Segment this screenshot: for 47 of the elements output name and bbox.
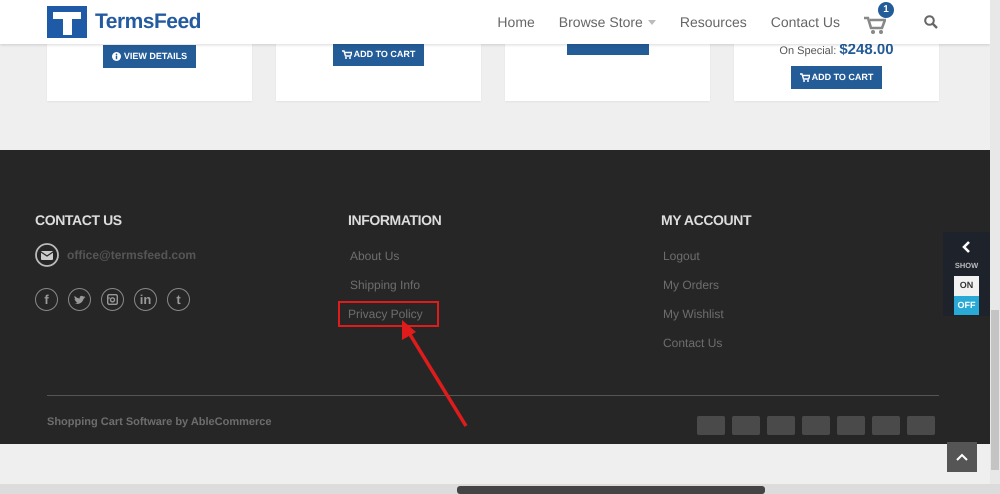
nav-link[interactable]: Browse Store <box>558 12 656 32</box>
cart-icon[interactable] <box>864 16 886 34</box>
footer-link[interactable]: My Orders <box>661 272 722 298</box>
facebook-icon[interactable]: f <box>35 288 58 311</box>
footer-heading: CONTACT US <box>35 211 123 230</box>
linkedin-icon[interactable]: in <box>134 288 157 311</box>
payment-card-icon <box>767 416 795 435</box>
cart-icon <box>342 50 352 60</box>
payment-card-icon <box>802 416 830 435</box>
payment-card-icon <box>732 416 760 435</box>
search-icon[interactable] <box>924 15 938 29</box>
nav-link[interactable]: Resources <box>680 12 747 32</box>
footer-link[interactable]: About Us <box>348 243 402 269</box>
back-to-top-button[interactable] <box>947 442 977 472</box>
scrollbar-thumb[interactable] <box>991 310 999 470</box>
footer-heading: MY ACCOUNT <box>661 211 752 230</box>
footer-heading: INFORMATION <box>348 211 442 230</box>
footer-link[interactable]: My Wishlist <box>661 301 726 327</box>
tumblr-icon[interactable]: t <box>167 288 190 311</box>
payment-card-icon <box>872 416 900 435</box>
chevron-left-icon[interactable] <box>962 241 971 253</box>
toggle-option[interactable]: ON <box>954 276 979 296</box>
footer-link[interactable]: Logout <box>661 243 702 269</box>
twitter-icon[interactable] <box>68 288 91 311</box>
nav-link[interactable]: Home <box>497 12 535 32</box>
price-text: On Special: $248.00 <box>779 40 894 60</box>
nav-link[interactable]: Contact Us <box>770 12 840 32</box>
payment-card-icon <box>907 416 935 435</box>
info-icon <box>112 52 121 62</box>
toggle-option[interactable]: OFF <box>954 296 979 316</box>
add-to-cart-button[interactable]: ADD TO CART <box>332 43 424 66</box>
cart-count-badge: 1 <box>878 2 894 18</box>
copyright-text: Shopping Cart Software by AbleCommerce <box>47 415 272 430</box>
payment-card-icon <box>697 416 725 435</box>
scrollbar-thumb[interactable] <box>457 486 765 494</box>
logo-icon <box>47 6 87 38</box>
footer-link[interactable]: Privacy Policy <box>338 301 439 327</box>
logo[interactable]: TermsFeed <box>95 6 201 38</box>
footer-link[interactable]: Contact Us <box>661 330 724 356</box>
email-icon <box>35 243 59 267</box>
add-to-cart-button[interactable]: ADD TO CART <box>790 66 882 89</box>
footer-link[interactable]: Shipping Info <box>348 272 422 298</box>
chevron-up-icon <box>956 453 968 461</box>
view-details-button[interactable]: VIEW DETAILS <box>102 45 196 68</box>
instagram-icon[interactable] <box>101 288 124 311</box>
payment-card-icon <box>837 416 865 435</box>
cart-icon <box>800 73 810 82</box>
